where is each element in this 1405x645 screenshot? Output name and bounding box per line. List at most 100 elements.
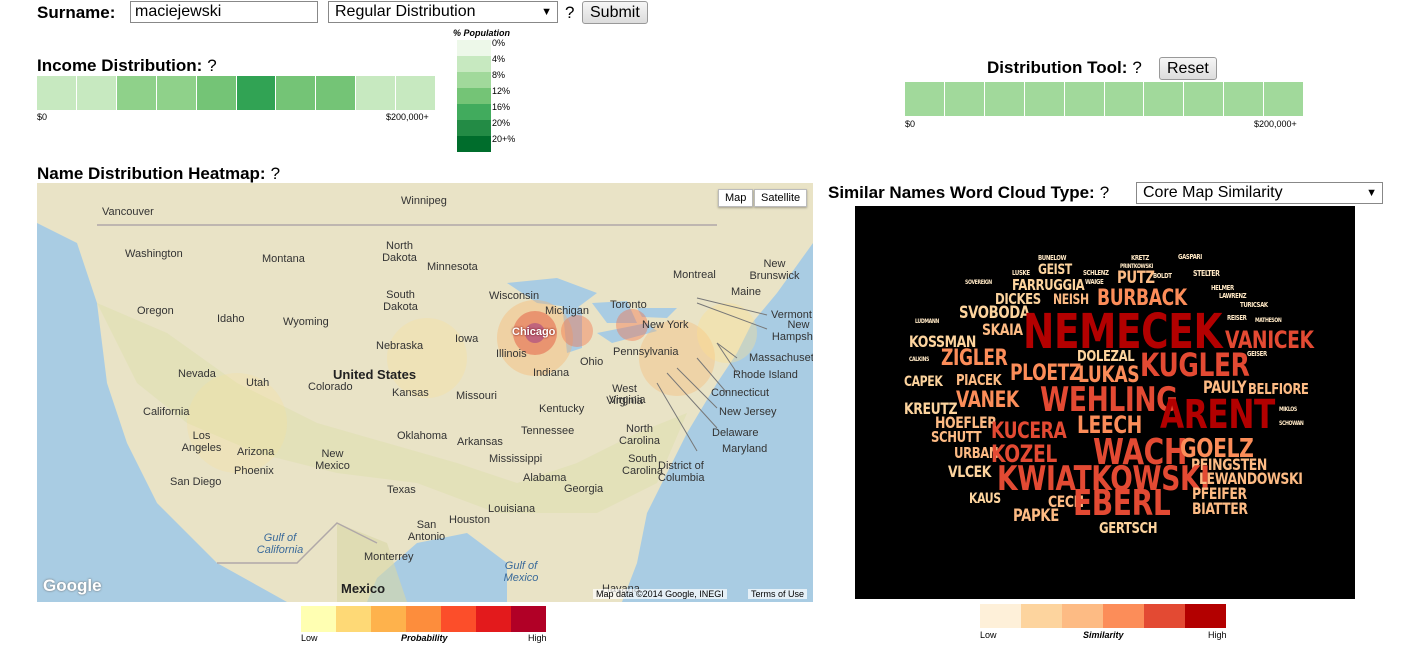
word-cloud-word[interactable]: GEISER — [1247, 350, 1267, 358]
population-legend-label: 12% — [492, 86, 511, 96]
map-place-label: Phoenix — [234, 465, 274, 477]
word-cloud-word[interactable]: ZIGLER — [941, 346, 1008, 371]
reset-button[interactable]: Reset — [1159, 57, 1217, 80]
word-cloud-word[interactable]: BOLDT — [1153, 272, 1172, 280]
map-place-label: Houston — [449, 514, 490, 526]
word-cloud-word[interactable]: CALKINS — [909, 356, 929, 363]
population-legend-swatch — [457, 104, 491, 120]
map-place-label: Vancouver — [102, 206, 154, 218]
word-cloud[interactable]: BUNELOW GEIST KRETZ PRINTKOWSKI GASPARI SOVER… — [855, 206, 1355, 599]
word-cloud-word[interactable]: STELTER — [1193, 269, 1220, 278]
heatmap-help-icon[interactable]: ? — [271, 164, 280, 183]
map-view-button[interactable]: Map — [718, 189, 754, 207]
population-legend-label: 20+% — [492, 134, 516, 144]
tool-bin[interactable] — [1024, 82, 1065, 116]
map-place-label: Chicago — [512, 326, 556, 338]
word-cloud-word[interactable]: VANEK — [956, 388, 1019, 413]
population-legend-swatch — [457, 88, 491, 104]
map-place-label: Pennsylvania — [613, 346, 679, 358]
map-place-label: Gulf of California — [256, 532, 304, 556]
income-help-icon[interactable]: ? — [207, 56, 216, 75]
tool-bin[interactable] — [1144, 82, 1185, 116]
tool-max-label: $200,000+ — [1254, 119, 1297, 129]
tool-bin[interactable] — [1184, 82, 1225, 116]
word-cloud-word[interactable]: PIACEK — [956, 371, 1002, 389]
income-bin — [156, 76, 197, 110]
word-cloud-word[interactable]: MIKLOS — [1279, 406, 1297, 413]
word-cloud-word[interactable]: BUNELOW — [1038, 254, 1067, 262]
map-place-label: Utah — [246, 377, 270, 389]
tool-bin[interactable] — [1064, 82, 1105, 116]
map-place-label: Minnesota — [427, 261, 478, 273]
map-place-label: New Jersey — [719, 406, 777, 418]
word-cloud-word[interactable]: CAPEK — [904, 374, 943, 390]
map-place-label: Montana — [262, 253, 305, 265]
dropdown-arrow-icon: ▼ — [541, 6, 552, 18]
search-help-icon[interactable]: ? — [565, 3, 574, 23]
population-legend-label: 4% — [492, 54, 506, 64]
similarity-legend-swatch — [1062, 604, 1103, 628]
word-cloud-word[interactable]: VLCEK — [948, 462, 991, 481]
map-place-label: Monterrey — [364, 551, 414, 563]
word-cloud-word[interactable]: MATHESON — [1255, 317, 1282, 324]
word-cloud-word[interactable]: SKAIA — [982, 320, 1023, 339]
map-place-label: Georgia — [564, 483, 604, 495]
word-cloud-word[interactable]: EBERL — [1073, 483, 1171, 524]
map-place-label: North Dakota — [382, 240, 417, 264]
word-cloud-word[interactable]: KRETZ — [1131, 254, 1149, 262]
tool-bin[interactable] — [1104, 82, 1145, 116]
word-cloud-word[interactable]: PAPKE — [1013, 506, 1059, 526]
income-bin — [196, 76, 237, 110]
word-cloud-help-icon[interactable]: ? — [1100, 183, 1109, 202]
google-logo[interactable]: Google — [43, 576, 102, 596]
distribution-type-select[interactable]: Regular Distribution ▼ — [328, 1, 558, 23]
distribution-tool-bar[interactable] — [905, 82, 1305, 116]
similarity-legend-swatch — [1103, 604, 1144, 628]
income-bin — [236, 76, 277, 110]
word-cloud-word[interactable]: GERTSCH — [1099, 519, 1158, 537]
map-place-label: New Brunswick — [749, 258, 800, 282]
surname-input[interactable]: maciejewski — [130, 1, 318, 23]
word-cloud-word[interactable]: LAWRENZ — [1219, 292, 1247, 300]
word-cloud-word[interactable]: SCHLENZ — [1083, 269, 1109, 277]
word-cloud-word[interactable]: HELMER — [1211, 284, 1234, 292]
tool-bin[interactable] — [1224, 82, 1265, 116]
word-cloud-word[interactable]: PUTZ — [1117, 268, 1155, 288]
similarity-legend-high: High — [1208, 630, 1227, 640]
word-cloud-word[interactable]: SCHOWAN — [1279, 420, 1304, 427]
map-place-label: Mexico — [341, 581, 386, 596]
map-place-label: Missouri — [456, 390, 497, 402]
probability-legend-low: Low — [301, 633, 318, 643]
word-cloud-word[interactable]: TURICSAK — [1240, 301, 1268, 309]
word-cloud-word[interactable]: REISER — [1227, 314, 1247, 322]
population-legend-label: 8% — [492, 70, 506, 80]
map-place-label: North Carolina — [619, 423, 660, 447]
submit-button[interactable]: Submit — [582, 1, 648, 24]
income-distribution-title: Income Distribution: — [37, 56, 203, 75]
word-cloud-word[interactable]: SOVEREIGN — [965, 279, 992, 286]
probability-legend-title: Probability — [401, 633, 448, 643]
terms-of-use-link[interactable]: Terms of Use — [748, 589, 808, 599]
word-cloud-word[interactable]: WAIGE — [1085, 278, 1104, 286]
population-legend-swatch — [457, 40, 491, 56]
word-cloud-word[interactable]: BIATTER — [1192, 499, 1248, 518]
income-bin — [276, 76, 317, 110]
map-place-label: Indiana — [533, 367, 570, 379]
tool-bin[interactable] — [1264, 82, 1305, 116]
tool-bin[interactable] — [984, 82, 1025, 116]
map-place-label: Idaho — [217, 313, 245, 325]
tool-bin[interactable] — [905, 82, 945, 116]
word-cloud-word[interactable]: LUDMANN — [915, 318, 939, 325]
satellite-view-button[interactable]: Satellite — [754, 189, 808, 207]
map-place-label: Kansas — [392, 387, 429, 399]
map-place-label: Colorado — [308, 381, 353, 393]
word-cloud-type-select[interactable]: Core Map Similarity ▼ — [1136, 182, 1383, 204]
tool-help-icon[interactable]: ? — [1132, 58, 1141, 77]
word-cloud-word[interactable]: KAUS — [969, 491, 1001, 507]
heatmap-map[interactable]: Map Satellite Vancouver Winnipeg Washingto… — [37, 183, 813, 602]
population-legend-title: % Population — [453, 28, 510, 38]
map-place-label: Nevada — [178, 368, 216, 380]
probability-legend-swatch — [336, 606, 371, 632]
word-cloud-word[interactable]: GASPARI — [1178, 253, 1202, 261]
tool-bin[interactable] — [944, 82, 985, 116]
